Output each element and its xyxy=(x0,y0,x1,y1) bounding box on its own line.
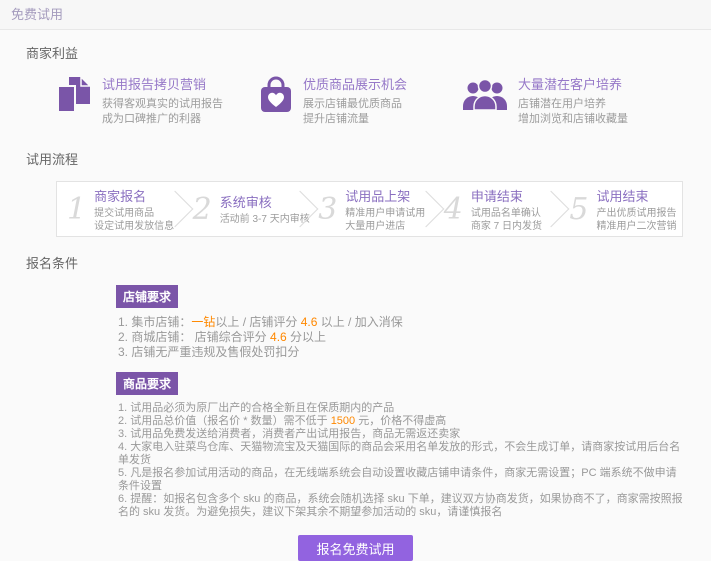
shop-requirements-list: 1. 集市店铺：一钻以上 / 店铺评分 4.6 以上 / 加入消保2. 商城店铺… xyxy=(118,315,685,360)
benefit-report-marketing: 试用报告拷贝营销 获得客观真实的试用报告 成为口碑推广的利器 xyxy=(56,74,259,127)
benefit-desc: 店铺潜在用户培养 xyxy=(518,97,628,112)
condition-item: 6. 提醒：如报名包含多个 sku 的商品，系统会随机选择 sku 下单，建议双… xyxy=(118,493,685,519)
condition-item: 5. 凡是报名参加试用活动的商品，在无线端系统会自动设置收藏店铺申请条件，商家无… xyxy=(118,467,685,493)
step-number: 3 xyxy=(318,192,337,227)
process-steps-box: 1 商家报名 提交试用商品 设定试用发放信息 2 系统审核 活动前 3-7 天内… xyxy=(56,181,683,237)
step-number: 4 xyxy=(444,192,463,227)
page-title: 免费试用 xyxy=(11,7,63,22)
step-trial-end: 5 试用结束 产出优质试用报告 精准用户二次营销 xyxy=(559,186,682,233)
step-desc: 设定试用发放信息 xyxy=(94,220,174,233)
bag-heart-icon xyxy=(259,76,293,119)
product-requirements-list: 1. 试用品必须为原厂出产的合格全新且在保质期内的产品2. 试用品总价值（报名价… xyxy=(118,402,685,519)
condition-item: 3. 店铺无严重违规及售假处罚扣分 xyxy=(118,345,685,360)
benefit-title: 试用报告拷贝营销 xyxy=(102,74,223,93)
step-desc: 大量用户进店 xyxy=(345,220,425,233)
documents-icon xyxy=(56,76,92,119)
step-number: 1 xyxy=(67,192,86,227)
benefit-desc: 成为口碑推广的利器 xyxy=(102,112,223,127)
step-number: 5 xyxy=(569,192,588,227)
benefit-desc: 展示店铺最优质商品 xyxy=(303,97,407,112)
step-desc: 产出优质试用报告 xyxy=(596,207,676,220)
condition-item: 2. 商城店铺： 店铺综合评分 4.6 分以上 xyxy=(118,330,685,345)
condition-item: 4. 大家电入驻菜鸟仓库、天猫物流宝及天猫国际的商品会采用名单发放的形式，不会生… xyxy=(118,441,685,467)
benefits-row: 试用报告拷贝营销 获得客观真实的试用报告 成为口碑推广的利器 优质商品展示机会 … xyxy=(26,74,685,127)
signup-free-trial-button[interactable]: 报名免费试用 xyxy=(298,535,412,561)
people-group-icon xyxy=(462,76,508,117)
shop-requirements-badge: 店铺要求 xyxy=(116,285,178,308)
benefit-desc: 提升店铺流量 xyxy=(303,112,407,127)
benefit-title: 优质商品展示机会 xyxy=(303,74,407,93)
product-requirements-badge: 商品要求 xyxy=(116,372,178,395)
process-section-title: 试用流程 xyxy=(26,149,685,168)
condition-item: 1. 试用品必须为原厂出产的合格全新且在保质期内的产品 xyxy=(118,402,685,415)
cta-container: 报名免费试用 xyxy=(26,535,685,561)
step-title: 试用结束 xyxy=(596,186,676,205)
step-title: 申请结束 xyxy=(471,186,542,205)
condition-item: 1. 集市店铺：一钻以上 / 店铺评分 4.6 以上 / 加入消保 xyxy=(118,315,685,330)
main-content: 商家利益 试用报告拷贝营销 获得客观真实的试用报告 成为口碑推广的利器 xyxy=(0,43,711,561)
benefits-section-title: 商家利益 xyxy=(26,43,685,62)
condition-item: 3. 试用品免费发送给消费者，消费者产出试用报告，商品无需返还卖家 xyxy=(118,428,685,441)
benefit-desc: 获得客观真实的试用报告 xyxy=(102,97,223,112)
condition-item: 2. 试用品总价值（报名价 * 数量）需不低于 1500 元，价格不得虚高 xyxy=(118,415,685,428)
step-desc: 商家 7 日内发货 xyxy=(471,220,542,233)
step-number: 2 xyxy=(193,192,212,227)
conditions-section-title: 报名条件 xyxy=(26,253,685,272)
benefit-desc: 增加浏览和店铺收藏量 xyxy=(518,112,628,127)
benefit-product-showcase: 优质商品展示机会 展示店铺最优质商品 提升店铺流量 xyxy=(259,74,462,127)
page-header: 免费试用 xyxy=(0,0,711,30)
benefit-customer-growth: 大量潜在客户培养 店铺潜在用户培养 增加浏览和店铺收藏量 xyxy=(462,74,665,127)
benefit-title: 大量潜在客户培养 xyxy=(518,74,628,93)
step-desc: 精准用户二次营销 xyxy=(596,220,676,233)
